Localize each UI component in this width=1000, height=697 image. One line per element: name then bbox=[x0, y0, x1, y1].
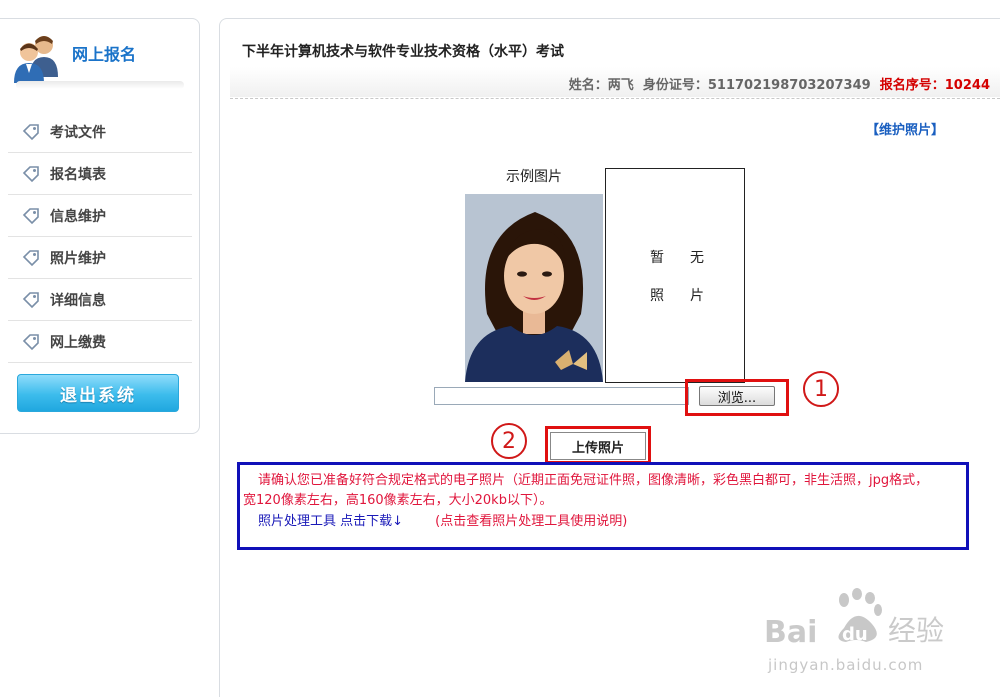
svg-text:Bai: Bai bbox=[764, 615, 817, 650]
baidu-watermark: Bai du 经验 jingyan.baidu.com bbox=[760, 588, 960, 684]
reg-label: 报名序号： bbox=[879, 78, 945, 93]
upload-photo-button[interactable]: 上传照片 bbox=[550, 432, 646, 460]
sidebar-item-label: 详细信息 bbox=[50, 292, 106, 309]
notice-line: 宽120像素左右，高160像素左右，大小20kb以下）。 bbox=[243, 493, 553, 508]
step-marker-2: 2 bbox=[491, 423, 527, 459]
no-photo-text: 照 bbox=[650, 288, 664, 304]
file-path-input[interactable] bbox=[434, 387, 689, 405]
tag-icon bbox=[22, 333, 39, 350]
divider bbox=[230, 98, 1000, 99]
id-label: 身份证号： bbox=[642, 78, 708, 93]
no-photo-text: 片 bbox=[690, 288, 704, 304]
step-marker-1: 1 bbox=[803, 371, 839, 407]
name-label: 姓名： bbox=[568, 78, 608, 93]
watermark-url: jingyan.baidu.com bbox=[768, 656, 924, 674]
no-photo-text: 无 bbox=[690, 250, 704, 266]
sidebar-item-exam-docs[interactable]: 考试文件 bbox=[8, 111, 192, 153]
sidebar: 网上报名 考试文件 报名填表 信息维护 照片维护 详细信息 网上缴费 退出系统 bbox=[0, 18, 200, 434]
baidu-jingyan-logo: Bai du 经验 bbox=[764, 588, 944, 650]
exam-title: 下半年计算机技术与软件专业技术资格（水平）考试 bbox=[242, 44, 564, 60]
sidebar-title: 网上报名 bbox=[72, 45, 137, 64]
sidebar-item-online-payment[interactable]: 网上缴费 bbox=[8, 321, 192, 363]
reg-number: 10244 bbox=[944, 78, 990, 93]
sidebar-menu: 考试文件 报名填表 信息维护 照片维护 详细信息 网上缴费 bbox=[8, 111, 192, 363]
sidebar-item-registration-form[interactable]: 报名填表 bbox=[8, 153, 192, 195]
candidate-name: 两飞 bbox=[607, 78, 634, 93]
tag-icon bbox=[22, 207, 39, 224]
notice-line: 请确认您已准备好符合规定格式的电子照片（近期正面免冠证件照，图像清晰，彩色黑白都… bbox=[258, 473, 929, 488]
svg-text:du: du bbox=[842, 624, 868, 645]
sidebar-item-label: 报名填表 bbox=[50, 166, 106, 183]
sidebar-item-label: 信息维护 bbox=[50, 208, 106, 225]
notice-tools-line: 照片处理工具 点击下载↓ (点击查看照片处理工具使用说明) bbox=[258, 510, 627, 529]
photo-tool-help-link[interactable]: (点击查看照片处理工具使用说明) bbox=[435, 514, 627, 529]
no-photo-text: 暂 bbox=[650, 250, 664, 266]
sample-photo bbox=[465, 194, 603, 382]
candidate-info: 姓名：两飞 身份证号：511702198703207349 报名序号：10244 bbox=[569, 74, 990, 93]
current-photo-placeholder: 暂 无 照 片 bbox=[605, 168, 745, 383]
id-number: 511702198703207349 bbox=[707, 78, 871, 93]
tag-icon bbox=[22, 249, 39, 266]
tag-icon bbox=[22, 123, 39, 140]
sidebar-item-label: 网上缴费 bbox=[50, 334, 106, 351]
browse-button[interactable]: 浏览... bbox=[699, 386, 775, 406]
sample-photo-label: 示例图片 bbox=[506, 169, 562, 185]
sample-portrait-image bbox=[465, 194, 603, 382]
sidebar-item-info-maintenance[interactable]: 信息维护 bbox=[8, 195, 192, 237]
sidebar-item-photo-maintenance[interactable]: 照片维护 bbox=[8, 237, 192, 279]
svg-text:经验: 经验 bbox=[888, 614, 944, 647]
tag-icon bbox=[22, 291, 39, 308]
users-icon bbox=[14, 36, 58, 83]
sidebar-item-details[interactable]: 详细信息 bbox=[8, 279, 192, 321]
sidebar-item-label: 照片维护 bbox=[50, 250, 106, 267]
tag-icon bbox=[22, 165, 39, 182]
sidebar-header: 网上报名 bbox=[0, 19, 200, 89]
maintain-photo-link[interactable]: 【维护照片】 bbox=[866, 119, 944, 138]
photo-requirements-notice: 请确认您已准备好符合规定格式的电子照片（近期正面免冠证件照，图像清晰，彩色黑白都… bbox=[237, 462, 969, 550]
logout-button[interactable]: 退出系统 bbox=[17, 374, 179, 412]
sidebar-header-divider bbox=[16, 81, 184, 89]
photo-tool-download-link[interactable]: 照片处理工具 点击下载↓ bbox=[258, 514, 403, 529]
sidebar-item-label: 考试文件 bbox=[50, 124, 106, 141]
